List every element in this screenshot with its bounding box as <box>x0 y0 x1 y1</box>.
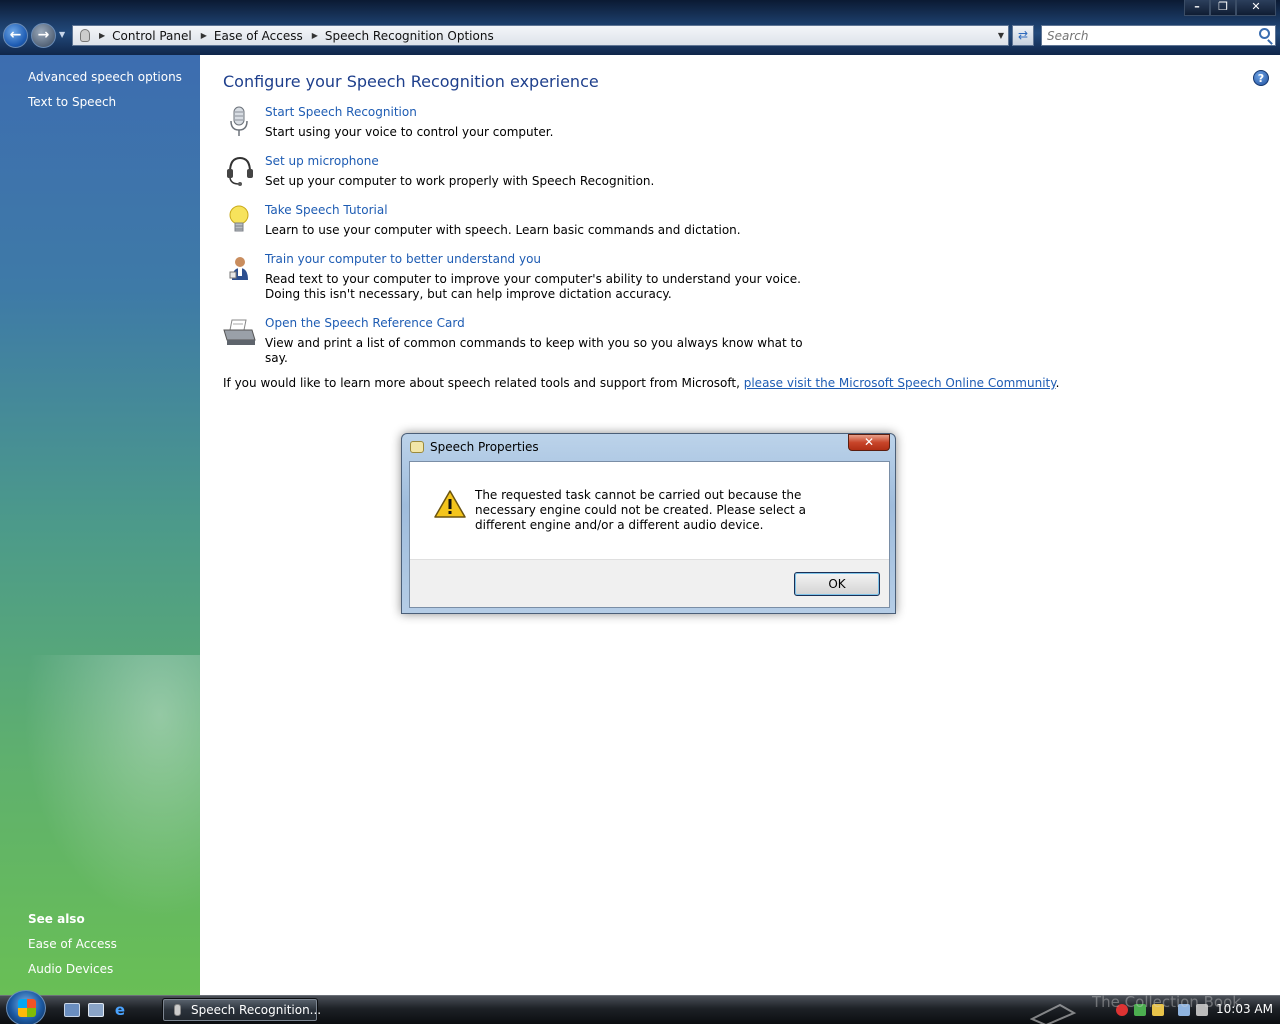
clock[interactable]: 10:03 AM <box>1216 1002 1273 1016</box>
ease-of-access-link[interactable]: Ease of Access <box>28 937 117 951</box>
see-also-heading: See also <box>28 912 85 926</box>
tray-app-icon[interactable] <box>1152 1004 1164 1016</box>
speech-properties-dialog: Speech Properties ✕ The requested task c… <box>401 433 896 614</box>
task-description: Start using your voice to control your c… <box>265 125 554 139</box>
open-speech-reference-card-link[interactable]: Open the Speech Reference Card <box>265 316 465 330</box>
speech-online-community-link[interactable]: please visit the Microsoft Speech Online… <box>744 376 1056 390</box>
dialog-message: The requested task cannot be carried out… <box>475 488 806 532</box>
info-text: If you would like to learn more about sp… <box>223 376 1059 390</box>
breadcrumb-separator-icon[interactable]: ▶ <box>201 31 207 40</box>
ok-button[interactable]: OK <box>794 572 880 596</box>
set-up-microphone-link[interactable]: Set up microphone <box>265 154 379 168</box>
dialog-close-button[interactable]: ✕ <box>848 434 890 451</box>
volume-muted-icon[interactable] <box>1196 1004 1208 1016</box>
network-icon[interactable] <box>1178 1004 1190 1016</box>
microphone-icon <box>174 1004 181 1016</box>
forward-button[interactable]: → <box>31 23 56 48</box>
security-alert-icon[interactable] <box>1116 1004 1128 1016</box>
address-bar[interactable]: ▶ Control Panel ▶ Ease of Access ▶ Speec… <box>72 25 1009 46</box>
switch-windows-icon[interactable] <box>88 1003 104 1017</box>
restore-button[interactable]: ❐ <box>1210 0 1236 16</box>
task-description: View and print a list of common commands… <box>265 336 803 365</box>
recent-pages-dropdown-icon[interactable]: ▼ <box>59 30 65 39</box>
update-icon[interactable] <box>1134 1004 1146 1016</box>
search-icon[interactable] <box>1259 28 1270 39</box>
search-input[interactable] <box>1042 26 1242 45</box>
headset-icon <box>227 156 253 186</box>
warning-icon <box>434 490 466 518</box>
breadcrumb-ease-of-access[interactable]: Ease of Access <box>214 29 303 43</box>
back-button[interactable]: ← <box>3 23 28 48</box>
help-icon[interactable]: ? <box>1253 70 1269 86</box>
dialog-footer: OK <box>410 559 889 607</box>
audio-devices-link[interactable]: Audio Devices <box>28 962 113 976</box>
task-pane: Advanced speech options Text to Speech S… <box>0 55 200 995</box>
address-dropdown-icon[interactable]: ▼ <box>998 31 1004 40</box>
user-training-icon <box>229 257 248 280</box>
close-window-button[interactable]: ✕ <box>1236 0 1276 16</box>
window-controls: – ❐ ✕ <box>1184 0 1276 16</box>
train-computer-link[interactable]: Train your computer to better understand… <box>265 252 541 266</box>
taskbar: e Speech Recognition... 10:03 AM <box>0 990 1280 1024</box>
title-bar: – ❐ ✕ ← → ▼ ▶ Control Panel ▶ Ease of Ac… <box>0 0 1280 55</box>
refresh-button[interactable]: ⇄ <box>1012 25 1034 46</box>
task-description: Set up your computer to work properly wi… <box>265 174 655 188</box>
show-desktop-icon[interactable] <box>64 1003 80 1017</box>
lightbulb-icon <box>229 205 249 232</box>
task-description: Read text to your computer to improve yo… <box>265 272 801 301</box>
minimize-button[interactable]: – <box>1184 0 1210 16</box>
start-speech-recognition-link[interactable]: Start Speech Recognition <box>265 105 417 119</box>
taskbar-speech-recognition-button[interactable]: Speech Recognition... <box>162 998 322 1022</box>
page-title: Configure your Speech Recognition experi… <box>223 72 599 91</box>
info-prefix: If you would like to learn more about sp… <box>223 376 744 390</box>
search-box <box>1041 25 1276 46</box>
info-suffix: . <box>1055 376 1060 390</box>
dialog-title: Speech Properties <box>430 440 539 454</box>
text-to-speech-link[interactable]: Text to Speech <box>28 95 116 109</box>
dialog-body: The requested task cannot be carried out… <box>409 461 890 608</box>
task-description: Learn to use your computer with speech. … <box>265 223 741 237</box>
breadcrumb-separator-icon[interactable]: ▶ <box>312 31 318 40</box>
breadcrumb-speech-recognition-options[interactable]: Speech Recognition Options <box>325 29 494 43</box>
windows-logo-icon <box>18 999 36 1017</box>
taskbar-button-label: Speech Recognition... <box>191 1003 322 1017</box>
start-button[interactable] <box>6 990 46 1024</box>
advanced-speech-options-link[interactable]: Advanced speech options <box>28 70 182 84</box>
breadcrumb-separator-icon[interactable]: ▶ <box>99 31 105 40</box>
speech-properties-icon <box>410 441 424 453</box>
take-speech-tutorial-link[interactable]: Take Speech Tutorial <box>265 203 388 217</box>
microphone-icon <box>80 29 90 42</box>
internet-explorer-icon[interactable]: e <box>112 1003 128 1018</box>
breadcrumb-control-panel[interactable]: Control Panel <box>112 29 192 43</box>
microphone-icon <box>230 106 248 136</box>
printer-icon <box>223 319 256 345</box>
